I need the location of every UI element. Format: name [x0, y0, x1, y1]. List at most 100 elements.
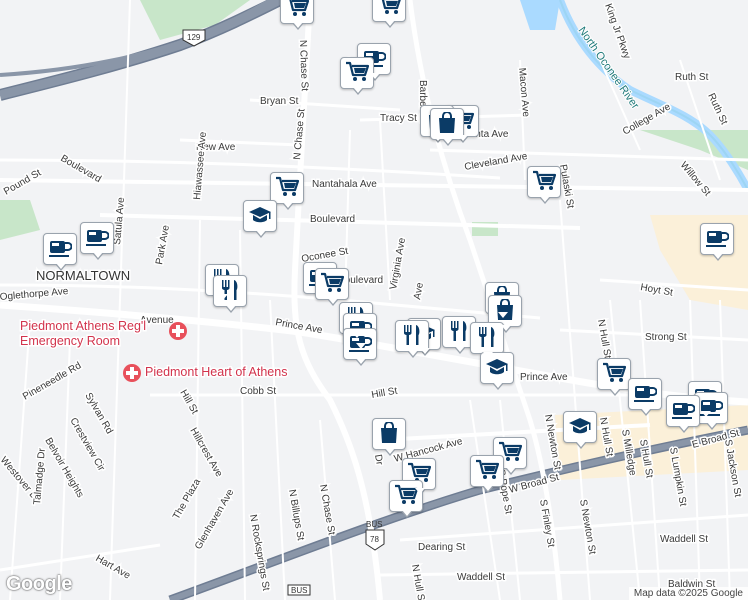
shopping-cart-icon — [276, 176, 299, 196]
place-label-normaltown: NORMALTOWN — [36, 268, 130, 283]
street-label: Hill St — [371, 386, 399, 401]
street-label: Hiawassee Ave — [192, 131, 209, 200]
street-label: W Broad St — [508, 472, 560, 496]
street-label: The Plaza — [171, 477, 203, 522]
map-marker[interactable] — [213, 275, 247, 313]
hospital-icon[interactable] — [169, 322, 187, 340]
map-marker[interactable] — [389, 480, 423, 518]
street-label: Ruth St — [705, 92, 729, 127]
map-marker[interactable] — [340, 57, 374, 95]
street-label: N Newton St — [542, 414, 563, 471]
shopping-cart-icon — [603, 362, 626, 382]
street-label: Waddell St — [457, 572, 505, 583]
street-label: Nantahala Ave — [312, 179, 377, 190]
coffee-icon — [49, 241, 72, 257]
map-marker[interactable] — [372, 0, 406, 28]
coffee-icon — [634, 386, 657, 402]
map-marker[interactable] — [563, 411, 597, 449]
map-marker[interactable] — [597, 358, 631, 396]
svg-text:129: 129 — [187, 33, 201, 42]
street-label: Cobb St — [240, 386, 276, 397]
restaurant-icon — [451, 321, 467, 341]
street-label: Waddell St — [660, 534, 708, 545]
street-label: Willow St — [678, 160, 713, 199]
hospital-label-line2[interactable]: Emergency Room — [19, 333, 122, 350]
street-label: Hillcrest Ave — [187, 426, 224, 479]
street-label: Dr — [372, 454, 385, 467]
street-label: N Hull St — [597, 417, 615, 458]
map-canvas[interactable]: Bryan St N Chase St N Chase St New Ave Boule… — [0, 0, 748, 600]
highway-shield-129: 129 — [182, 29, 206, 47]
hospital-icon[interactable] — [123, 364, 141, 382]
street-label: Satula Ave — [112, 196, 127, 245]
street-label: Sylvan Rd — [82, 391, 114, 436]
street-label: Virginia Ave — [388, 237, 408, 291]
map-marker[interactable] — [243, 200, 277, 238]
street-label: S Newton St — [577, 499, 598, 556]
street-label: Glenhaven Ave — [193, 487, 237, 551]
map-marker[interactable] — [280, 0, 314, 30]
street-label: N Hull St — [595, 319, 613, 360]
svg-text:BUS: BUS — [291, 586, 307, 595]
map-labels-layer: Bryan StN Chase StN Chase StNew AveBoule… — [0, 1, 745, 600]
map-marker[interactable] — [527, 166, 561, 204]
shopping-cart-icon — [476, 459, 499, 479]
svg-text:78: 78 — [370, 535, 379, 544]
street-label: Cleveland Ave — [464, 151, 529, 173]
map-marker[interactable] — [700, 223, 734, 261]
street-label: Strong St — [645, 332, 687, 343]
street-label: Talmadge Dr — [32, 447, 48, 505]
street-label: Macon Ave — [516, 67, 531, 117]
street-label: S Finley St — [537, 499, 556, 549]
hospital-label-line1[interactable]: Piedmont Athens Reg'l — [19, 318, 148, 335]
street-label: King Jr Pkwy — [602, 2, 632, 60]
street-label: N Chase St — [292, 108, 307, 160]
shopping-cart-icon — [381, 0, 401, 14]
school-icon — [249, 207, 271, 223]
street-label: Ruth St — [675, 72, 709, 83]
shopping-cart-icon — [289, 0, 309, 16]
google-logo: Google — [6, 573, 72, 595]
map-marker[interactable] — [628, 378, 662, 416]
hospital2-label[interactable]: Piedmont Heart of Athens — [144, 364, 289, 381]
map-marker[interactable] — [315, 268, 349, 306]
shopping-cart-icon — [321, 272, 344, 292]
map-marker[interactable] — [470, 455, 504, 493]
street-label: Belvoir Heights — [42, 436, 85, 500]
school-icon — [569, 418, 591, 434]
street-label: N Rocksprings St — [247, 514, 271, 592]
shopping-cart-icon — [346, 61, 369, 81]
street-label: N Billups St — [286, 489, 306, 542]
street-label: Park Ave — [154, 224, 172, 266]
shopping-cart-icon — [533, 170, 556, 190]
street-label: Bryan St — [260, 96, 299, 107]
shopping-bag-icon — [381, 422, 397, 443]
street-label: N Hull St — [409, 564, 427, 600]
street-label: Hoyt St — [639, 282, 673, 299]
street-label: Ave — [412, 281, 426, 300]
svg-text:BUS: BUS — [366, 520, 382, 529]
coffee-icon — [86, 230, 109, 246]
street-label: S Lumpkin St — [667, 447, 688, 508]
map-marker[interactable] — [43, 233, 77, 271]
street-label: S Hull St — [637, 439, 655, 479]
street-label: Prince Ave — [520, 372, 568, 383]
map-marker[interactable] — [666, 395, 700, 433]
coffee-icon — [672, 403, 695, 419]
street-label: Pineneedle Rd — [21, 360, 83, 402]
map-marker[interactable] — [80, 222, 114, 260]
map-attribution[interactable]: Map data ©2025 Google — [628, 587, 748, 600]
street-label: N Chase St — [317, 484, 337, 536]
map-marker[interactable] — [372, 418, 406, 456]
coffee-icon — [706, 231, 729, 247]
river-label: North Oconee River — [576, 25, 642, 112]
street-label: Hart Ave — [94, 553, 133, 582]
street-label: Boulevard — [59, 153, 103, 185]
street-label: Tracy St — [380, 113, 417, 124]
street-label: N Chase St — [297, 40, 310, 92]
street-label: S Jackson St — [722, 439, 743, 499]
restaurant-icon — [479, 327, 495, 347]
highway-shield-78: BUS 78 — [365, 520, 385, 551]
shopping-bag-icon — [439, 112, 455, 133]
street-label: Dearing St — [418, 542, 465, 553]
